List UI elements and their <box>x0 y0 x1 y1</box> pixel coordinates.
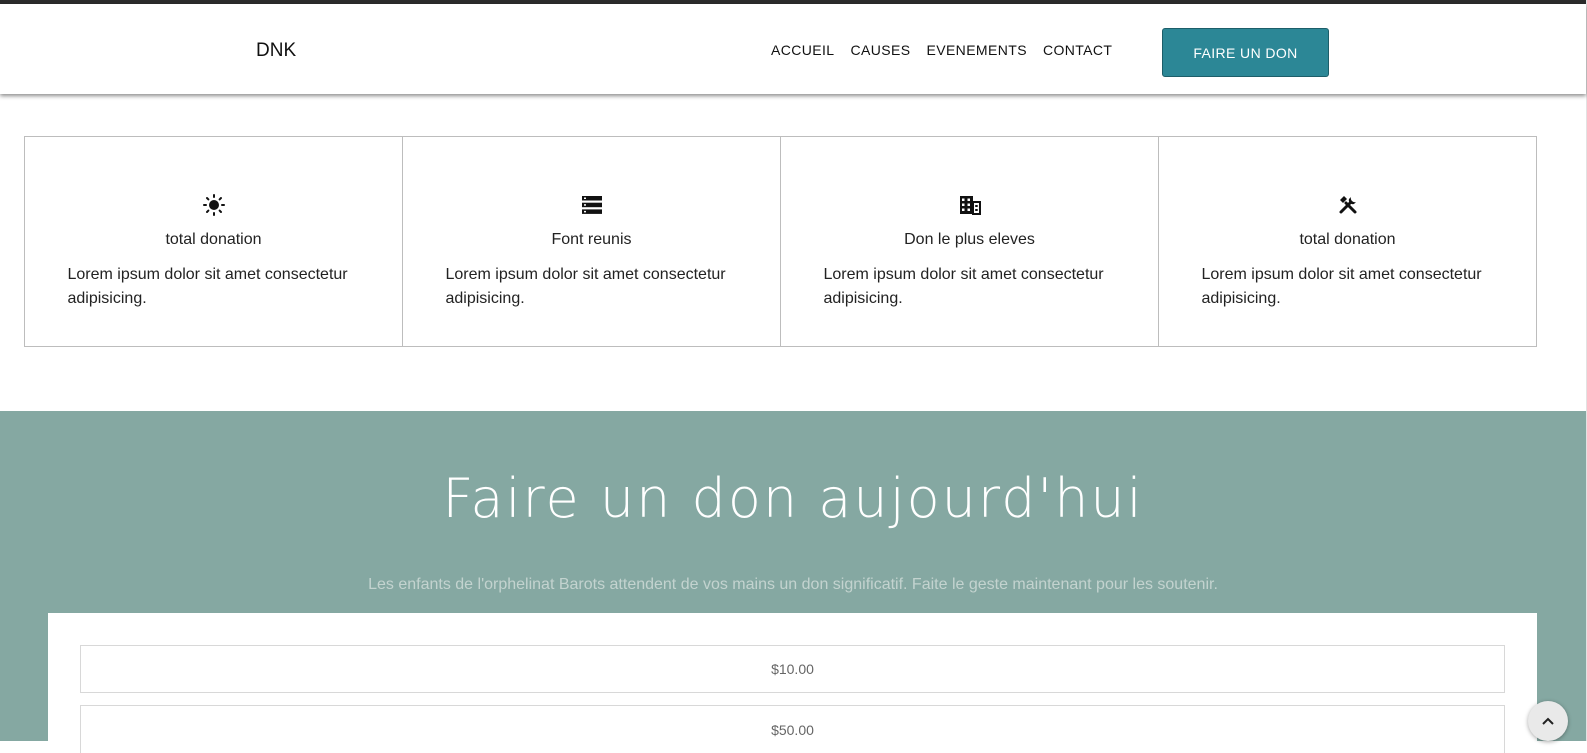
feature-text: Lorem ipsum dolor sit amet consectetur a… <box>67 266 348 307</box>
donate-button[interactable]: FAIRE UN DON <box>1162 28 1329 77</box>
donate-section: Faire un don aujourd'hui Les enfants de … <box>0 411 1586 753</box>
feature-text: Lorem ipsum dolor sit amet consectetur a… <box>445 266 726 307</box>
donation-form: $10.00 $50.00 <box>48 613 1537 753</box>
chevron-up-icon <box>1542 717 1554 725</box>
feature-card: Font reunis Lorem ipsum dolor sit amet c… <box>402 136 781 347</box>
amount-option[interactable]: $50.00 <box>80 705 1505 753</box>
site-header: DNK ACCUEIL CAUSES EVENEMENTS CONTACT FA… <box>0 4 1586 94</box>
sun-icon <box>25 193 402 217</box>
main-nav: ACCUEIL CAUSES EVENEMENTS CONTACT <box>771 42 1112 58</box>
feature-title: Font reunis <box>551 231 632 248</box>
donate-title: Faire un don aujourd'hui <box>442 467 1144 530</box>
donate-subtitle: Les enfants de l'orphelinat Barots atten… <box>368 576 1218 593</box>
feature-title: total donation <box>165 231 262 248</box>
nav-causes[interactable]: CAUSES <box>850 42 910 58</box>
feature-card: Don le plus eleves Lorem ipsum dolor sit… <box>780 136 1159 347</box>
scroll-to-top-button[interactable] <box>1528 701 1568 741</box>
nav-accueil[interactable]: ACCUEIL <box>771 42 834 58</box>
amount-option[interactable]: $10.00 <box>80 645 1505 693</box>
feature-grid: total donation Lorem ipsum dolor sit ame… <box>24 136 1537 347</box>
server-icon <box>403 193 780 217</box>
brand-logo[interactable]: DNK <box>256 40 296 62</box>
feature-text: Lorem ipsum dolor sit amet consectetur a… <box>1201 266 1482 307</box>
feature-text: Lorem ipsum dolor sit amet consectetur a… <box>823 266 1104 307</box>
building-icon <box>781 193 1158 217</box>
feature-title: Don le plus eleves <box>904 231 1035 248</box>
tools-icon <box>1159 193 1536 217</box>
nav-evenements[interactable]: EVENEMENTS <box>926 42 1026 58</box>
feature-title: total donation <box>1299 231 1396 248</box>
nav-contact[interactable]: CONTACT <box>1043 42 1112 58</box>
feature-card: total donation Lorem ipsum dolor sit ame… <box>24 136 403 347</box>
feature-card: total donation Lorem ipsum dolor sit ame… <box>1158 136 1537 347</box>
